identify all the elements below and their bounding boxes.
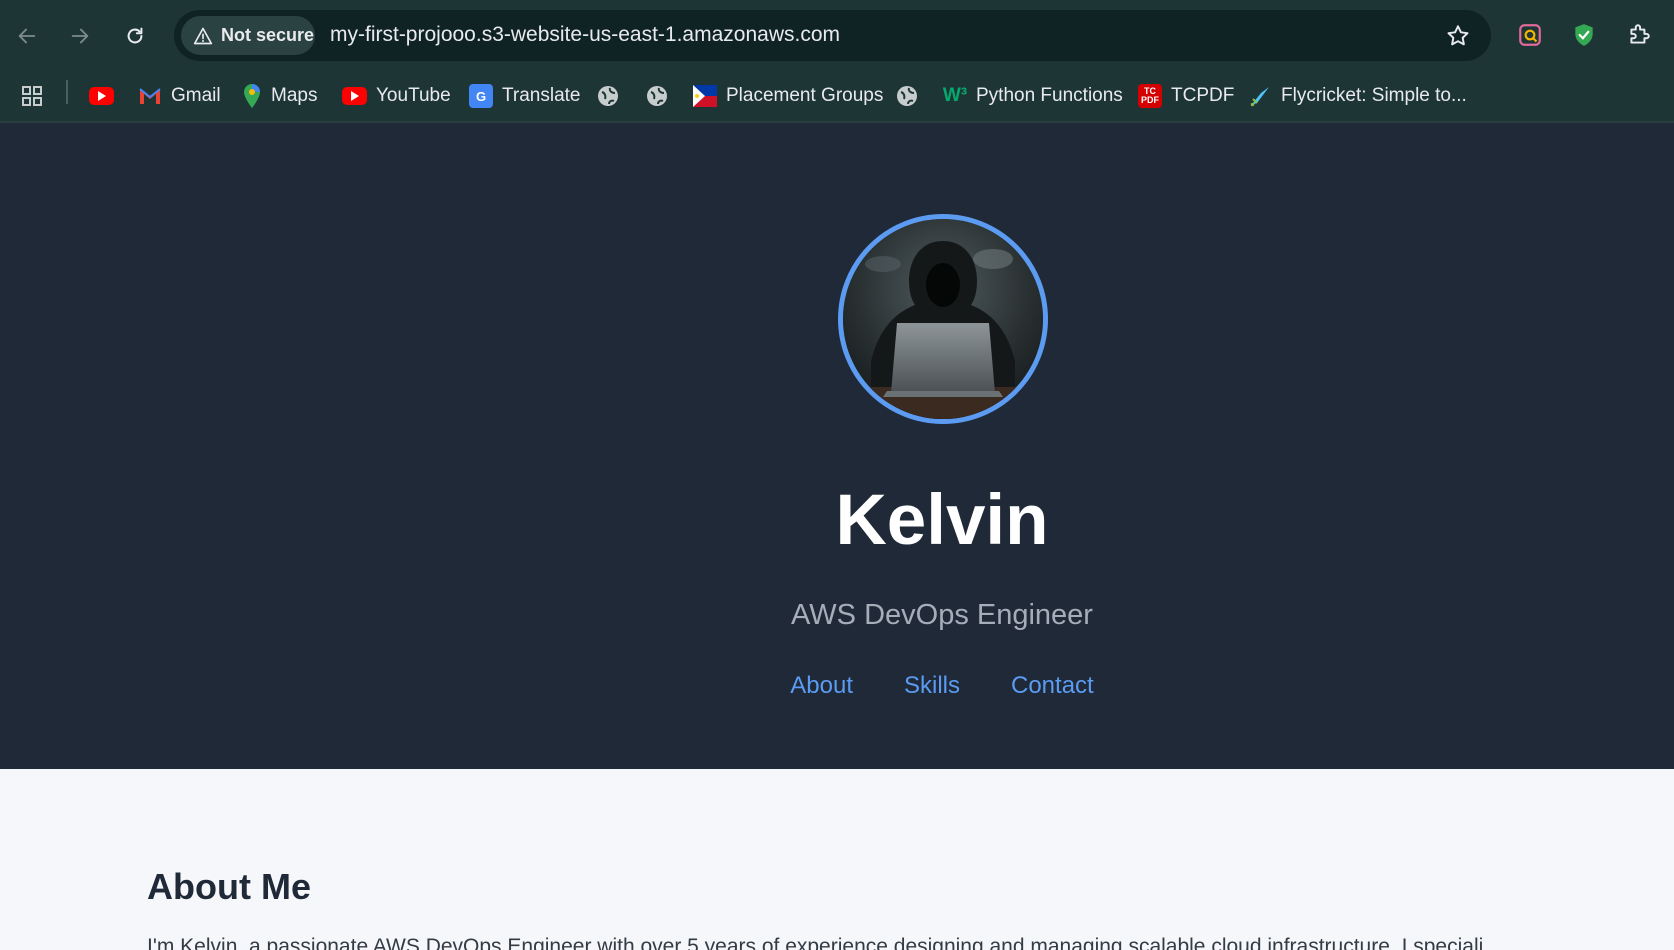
bookmark-label: Placement Groups: [726, 85, 884, 106]
profile-nav: About Skills Contact: [0, 672, 1674, 700]
bookmark-globe-1[interactable]: [596, 78, 620, 114]
bookmark-placement-groups[interactable]: Placement Groups: [693, 78, 883, 114]
bookmark-label: Gmail: [171, 85, 221, 106]
hooded-figure-laptop-image: [843, 219, 1043, 419]
bookmark-globe-3[interactable]: [895, 78, 919, 114]
bookmark-python-functions[interactable]: W³ Python Functions: [943, 78, 1123, 114]
bookmark-label: TCPDF: [1171, 85, 1235, 106]
bookmark-label: Maps: [271, 85, 318, 106]
reload-icon: [127, 27, 143, 44]
security-label: Not secure: [221, 25, 315, 45]
shield-extension-icon[interactable]: [1569, 20, 1599, 50]
browser-toolbar: Not secure my-first-projooo.s3-website-u…: [0, 0, 1674, 70]
globe-icon: [897, 86, 917, 106]
w3schools-icon: W³: [942, 85, 968, 106]
tcpdf-icon: TC PDF: [1138, 84, 1162, 108]
forward-button[interactable]: [62, 18, 98, 54]
bookmark-flycricket[interactable]: Flycricket: Simple to...: [1248, 78, 1467, 114]
browser-chrome: Not secure my-first-projooo.s3-website-u…: [0, 0, 1674, 123]
about-heading: About Me: [147, 866, 311, 907]
youtube-icon: [342, 87, 367, 105]
security-indicator[interactable]: Not secure: [181, 16, 315, 55]
bookmark-youtube-icon-only[interactable]: [89, 78, 114, 114]
bookmark-label: Python Functions: [976, 85, 1123, 106]
flycricket-icon: [1250, 87, 1269, 107]
bookmark-youtube[interactable]: YouTube: [342, 78, 451, 114]
url-text[interactable]: my-first-projooo.s3-website-us-east-1.am…: [330, 23, 840, 47]
bookmark-globe-2[interactable]: [645, 78, 669, 114]
bookmarks-bar: Gmail Maps YouTube G Translate Placement…: [0, 70, 1674, 122]
maps-icon: [244, 84, 260, 108]
extensions-puzzle-icon[interactable]: [1624, 20, 1654, 50]
bookmark-translate[interactable]: G Translate: [469, 78, 581, 114]
forward-arrow-icon: [71, 28, 89, 44]
warning-icon: [193, 27, 213, 44]
globe-icon: [647, 86, 667, 106]
profile-name: Kelvin: [835, 481, 1049, 560]
gmail-icon: [139, 88, 161, 104]
lens-extension-icon[interactable]: [1515, 20, 1545, 50]
bookmark-gmail[interactable]: Gmail: [138, 78, 221, 114]
hero-section: Kelvin AWS DevOps Engineer About Skills …: [0, 123, 1674, 769]
bookmark-label: YouTube: [376, 85, 451, 106]
nav-link-about[interactable]: About: [790, 672, 853, 700]
bookmark-maps[interactable]: Maps: [242, 78, 317, 114]
about-section: About Me I'm Kelvin, a passionate AWS De…: [0, 769, 1674, 950]
apps-grid-icon: [22, 86, 42, 106]
about-text: I'm Kelvin, a passionate AWS DevOps Engi…: [147, 935, 1484, 950]
nav-link-skills[interactable]: Skills: [904, 672, 960, 700]
bookmark-tcpdf[interactable]: TC PDF TCPDF: [1138, 78, 1234, 114]
profile-role: AWS DevOps Engineer: [791, 599, 1093, 631]
back-button[interactable]: [9, 18, 45, 54]
reload-button[interactable]: [117, 18, 153, 54]
avatar: [838, 214, 1048, 424]
address-bar[interactable]: Not secure my-first-projooo.s3-website-u…: [174, 10, 1491, 61]
back-arrow-icon: [18, 28, 36, 44]
bookmark-label: Flycricket: Simple to...: [1281, 85, 1467, 106]
globe-icon: [598, 86, 618, 106]
flag-icon: [693, 85, 717, 107]
apps-grid-button[interactable]: [20, 78, 44, 114]
bookmarks-divider: [66, 80, 68, 104]
bookmark-star-icon[interactable]: [1445, 23, 1471, 49]
translate-icon: G: [469, 84, 493, 108]
nav-link-contact[interactable]: Contact: [1011, 672, 1094, 700]
youtube-icon: [89, 87, 114, 105]
bookmark-label: Translate: [502, 85, 581, 106]
